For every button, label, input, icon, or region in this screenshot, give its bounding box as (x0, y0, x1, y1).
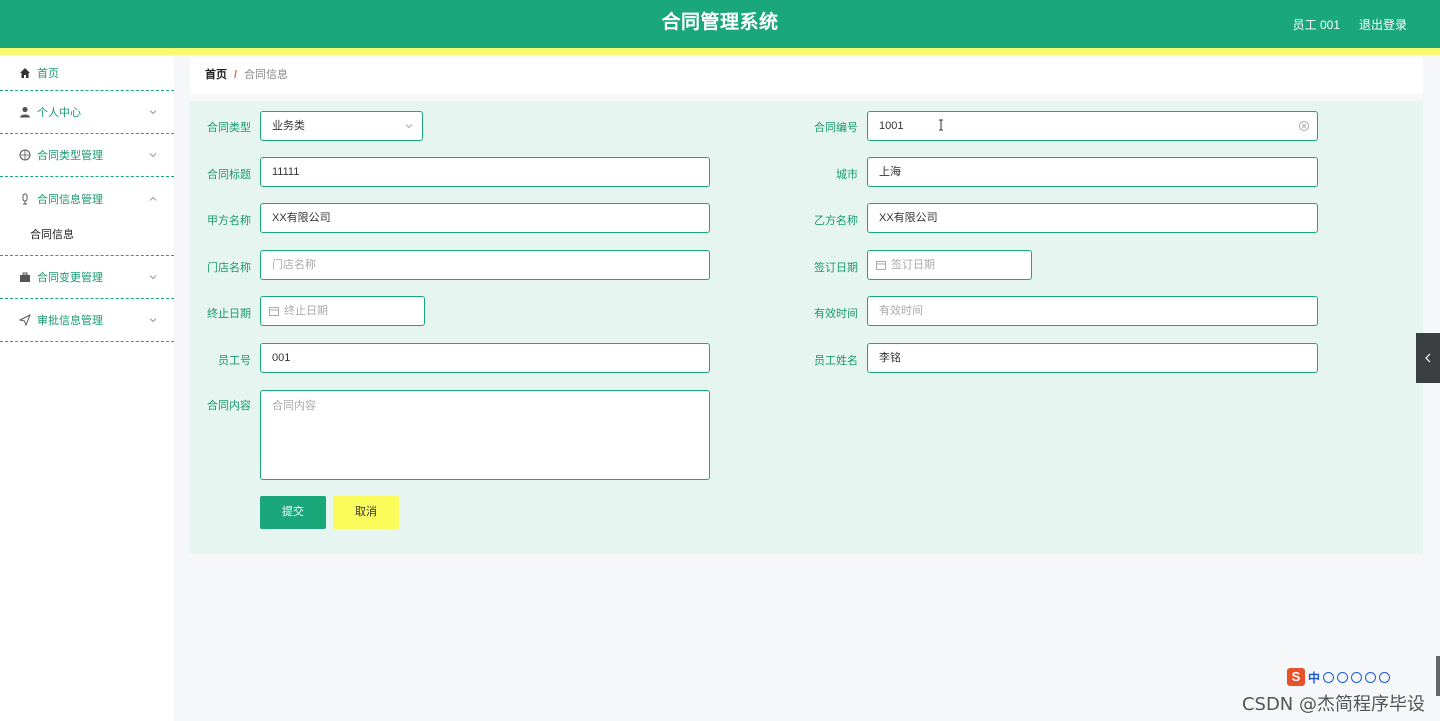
calendar-icon (269, 307, 279, 316)
contract-type-value: 业务类 (272, 120, 305, 132)
cancel-button[interactable]: 取消 (333, 496, 399, 529)
logout-link[interactable]: 退出登录 (1359, 16, 1407, 33)
clear-icon[interactable] (1297, 119, 1311, 133)
employee-name-value: 李铭 (879, 352, 901, 364)
page-scrollbar[interactable] (1436, 656, 1440, 696)
store-name-label: 门店名称 (207, 262, 251, 274)
chevron-down-icon (149, 110, 157, 115)
ime-punctuation-icon[interactable] (1323, 671, 1335, 683)
contract-form: 合同类型 业务类 合同编号 1001 合同标题 11111 城市 上海 甲方名称… (190, 101, 1423, 554)
content-textarea[interactable]: 合同内容 (260, 390, 710, 480)
end-date-placeholder: 终止日期 (284, 305, 328, 317)
breadcrumb: 首页 / 合同信息 (190, 58, 1423, 94)
sidebar-item-label: 个人中心 (37, 107, 81, 119)
employee-no-value: 001 (272, 352, 291, 364)
watermark-text: CSDN @杰简程序毕设 (1241, 694, 1425, 715)
city-label: 城市 (836, 169, 858, 181)
text-cursor-icon (939, 119, 943, 131)
sidebar-item-label: 首页 (37, 67, 59, 80)
breadcrumb-separator: / (234, 69, 238, 81)
chevron-down-icon (405, 124, 413, 129)
store-name-input[interactable]: 门店名称 (260, 250, 710, 280)
chevron-left-icon (1425, 353, 1431, 363)
contract-title-input[interactable]: 11111 (260, 157, 710, 187)
store-name-placeholder: 门店名称 (272, 259, 316, 271)
content-placeholder: 合同内容 (272, 400, 316, 412)
end-date-picker[interactable]: 终止日期 (260, 296, 425, 326)
contract-no-input[interactable]: 1001 (867, 111, 1318, 141)
sidebar-item-home[interactable]: 首页 (0, 55, 174, 91)
app-title: 合同管理系统 (661, 12, 779, 33)
sidebar-item-label: 合同类型管理 (37, 150, 103, 162)
end-date-label: 终止日期 (207, 308, 251, 320)
contract-no-value: 1001 (879, 120, 904, 132)
sidebar-item-label: 审批信息管理 (37, 315, 103, 327)
party-a-value: XX有限公司 (272, 212, 331, 224)
employee-name-label: 员工姓名 (814, 355, 858, 367)
sign-date-label: 签订日期 (814, 262, 858, 274)
city-value: 上海 (879, 166, 901, 178)
calendar-icon (876, 261, 886, 270)
sign-date-placeholder: 签订日期 (891, 259, 935, 271)
briefcase-icon (18, 270, 32, 284)
valid-time-label: 有效时间 (814, 308, 858, 320)
party-a-label: 甲方名称 (207, 215, 251, 227)
party-b-value: XX有限公司 (879, 212, 938, 224)
user-icon (18, 105, 32, 119)
sidebar-item-contract-type[interactable]: 合同类型管理 (0, 134, 174, 177)
valid-time-placeholder: 有效时间 (879, 305, 923, 317)
side-panel-toggle[interactable] (1416, 333, 1440, 383)
valid-time-input[interactable]: 有效时间 (867, 296, 1318, 326)
party-a-input[interactable]: XX有限公司 (260, 203, 710, 233)
contract-type-select[interactable]: 业务类 (260, 111, 423, 141)
ime-logo[interactable]: S (1287, 668, 1305, 686)
ime-toolbar: S 中 (1287, 666, 1440, 688)
contract-no-label: 合同编号 (814, 122, 858, 134)
submit-button[interactable]: 提交 (260, 496, 326, 529)
breadcrumb-home[interactable]: 首页 (205, 69, 227, 81)
sign-date-picker[interactable]: 签订日期 (867, 250, 1032, 280)
home-icon (18, 66, 32, 80)
chevron-down-icon (149, 153, 157, 158)
current-user: 员工 001 (1292, 18, 1340, 32)
sidebar-subitem-contract-info[interactable]: 合同信息 (30, 226, 74, 242)
employee-no-label: 员工号 (218, 355, 251, 367)
header-accent-bar (0, 48, 1440, 55)
sidebar: 首页 个人中心 合同类型管理 合同信息管理 合同信息 合同变更管理 审批信息管理 (0, 55, 174, 721)
content-label: 合同内容 (207, 400, 251, 412)
chevron-up-icon (149, 196, 157, 201)
employee-no-input[interactable]: 001 (260, 343, 710, 373)
keyboard-icon[interactable] (1365, 671, 1377, 683)
compass-icon (18, 148, 32, 162)
employee-name-input[interactable]: 李铭 (867, 343, 1318, 373)
sidebar-submenu: 合同信息 (0, 220, 174, 256)
ime-mode[interactable]: 中 (1308, 669, 1320, 686)
chevron-down-icon (149, 318, 157, 323)
city-input[interactable]: 上海 (867, 157, 1318, 187)
emoji-icon[interactable] (1337, 671, 1349, 683)
microphone-icon[interactable] (1351, 671, 1363, 683)
chevron-down-icon (149, 275, 157, 280)
contract-title-label: 合同标题 (207, 169, 251, 181)
sidebar-item-contract-change[interactable]: 合同变更管理 (0, 256, 174, 299)
breadcrumb-current: 合同信息 (244, 69, 289, 81)
sidebar-item-label: 合同信息管理 (37, 193, 103, 206)
contract-type-label: 合同类型 (207, 122, 251, 134)
sidebar-item-approval[interactable]: 审批信息管理 (0, 299, 174, 342)
skin-icon[interactable] (1379, 671, 1391, 683)
microphone-icon (18, 192, 32, 206)
contract-title-value: 11111 (272, 166, 300, 178)
party-b-input[interactable]: XX有限公司 (867, 203, 1318, 233)
sidebar-item-profile[interactable]: 个人中心 (0, 91, 174, 134)
top-header: 合同管理系统 员工 001 退出登录 (0, 0, 1440, 48)
send-icon (18, 313, 32, 327)
sidebar-item-label: 合同变更管理 (37, 272, 103, 284)
party-b-label: 乙方名称 (814, 215, 858, 227)
sidebar-item-contract-info[interactable]: 合同信息管理 (0, 177, 174, 220)
